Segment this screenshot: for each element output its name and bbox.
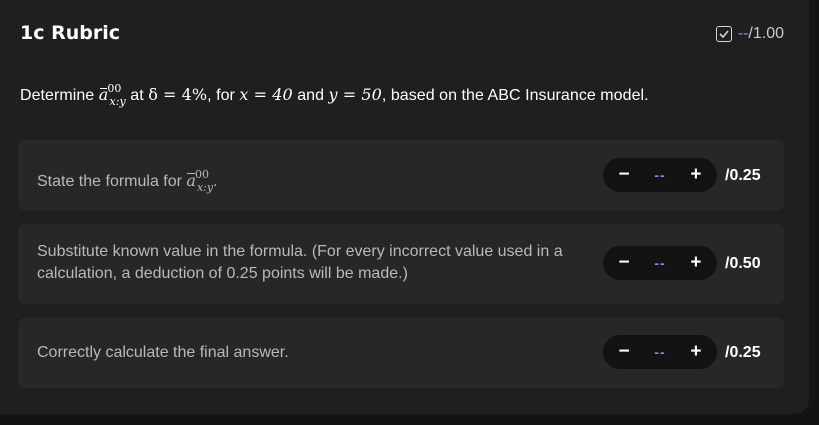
rubric-total-score: --/1.00 [715,25,784,43]
rubric-item-text: Correctly calculate the final answer. [37,344,289,361]
annuity-superscript: 00 [194,168,209,181]
decrement-button[interactable]: − [617,164,631,186]
score-stepper: − -- + [603,246,717,280]
item-max-score: /0.25 [725,344,761,361]
question-and: and [297,87,325,104]
annuity-subscript: x:y [196,181,214,194]
increment-button[interactable]: + [689,341,703,363]
item-max-score: /0.25 [725,167,761,184]
question-at: at [130,87,144,104]
rubric-item: State the formula for a00x:y. − -- + /0.… [18,140,784,210]
question-prefix: Determine [20,87,95,104]
score-value[interactable]: -- [654,255,665,271]
increment-button[interactable]: + [689,252,703,274]
total-score-text: --/1.00 [738,25,784,43]
decrement-button[interactable]: − [617,252,631,274]
score-value[interactable]: -- [654,167,665,183]
annuity-superscript: 00 [107,82,122,95]
x-expression: x = 40 [239,85,293,104]
question-text: Determine a00x:y at δ = 4%, for x = 40 a… [20,82,649,108]
total-score-max: /1.00 [748,25,784,42]
rubric-title: 1c Rubric [20,22,121,44]
question-suffix: , based on the ABC Insurance model. [381,87,649,104]
rubric-item: Substitute known value in the formula. (… [18,224,784,304]
delta-expression: δ = 4% [148,85,208,104]
annuity-symbol: a [98,85,109,104]
rubric-item-text: Substitute known value in the formula. (… [37,243,563,282]
total-score-value: -- [737,25,749,42]
score-stepper: − -- + [603,335,717,369]
rubric-item-text: State the formula for a00x:y. [37,164,597,199]
score-stepper: − -- + [603,158,717,192]
rubric-card: 1c Rubric --/1.00 Determine a00x:y at δ … [0,0,809,414]
item-text-suffix: . [213,173,218,190]
score-value[interactable]: -- [654,344,665,360]
rubric-item: Correctly calculate the final answer. − … [18,318,784,388]
item-max-score: /0.50 [725,255,761,272]
annuity-subscript: x:y [109,95,126,108]
increment-button[interactable]: + [689,164,703,186]
question-for: , for [207,87,235,104]
y-expression: y = 50 [328,85,382,104]
annuity-symbol: a [186,171,196,190]
checkbox-checked-icon[interactable] [715,26,732,42]
decrement-button[interactable]: − [617,341,631,363]
item-text-prefix: State the formula for [37,173,182,190]
